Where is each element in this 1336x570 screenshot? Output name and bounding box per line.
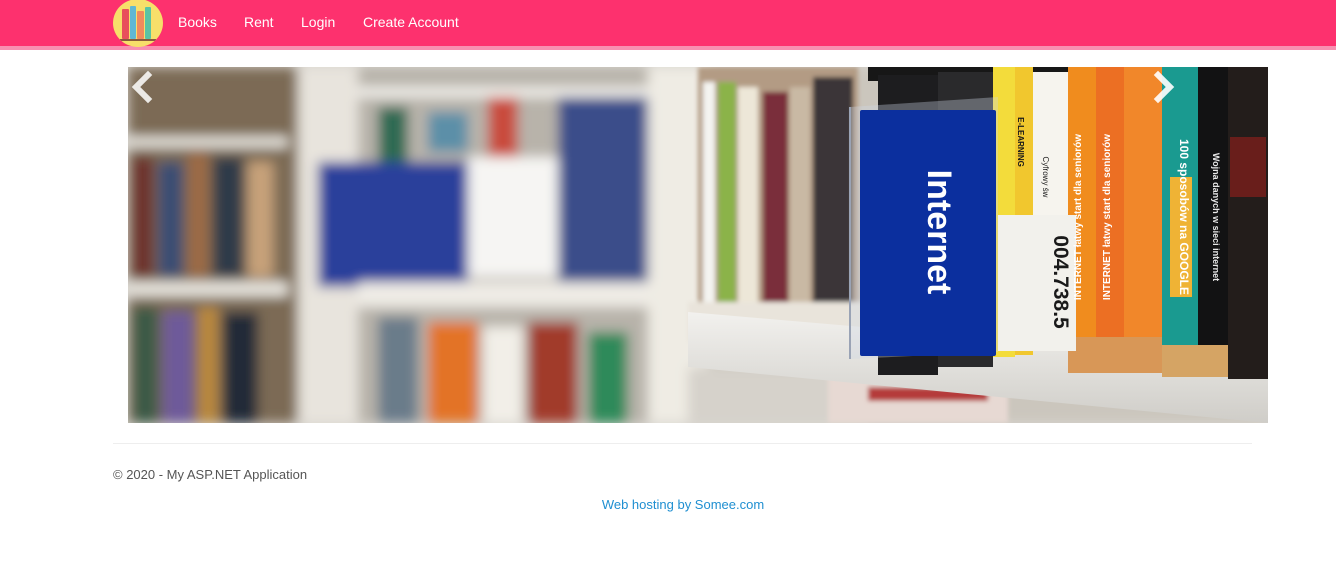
slide-spine-5: E-LEARNING [1016,117,1025,167]
somee-hosting-link[interactable]: Web hosting by Somee.com [602,497,764,512]
bookshelf-slide-image: Internet 004.738.5 INTERNET łatwy start … [128,67,1268,423]
slide-spine-6: Cyfrowy św [1041,157,1050,198]
slide-call-number: 004.738.5 [1049,235,1072,329]
slide-spine-1: INTERNET łatwy start dla seniorów [1073,134,1084,300]
slide-spine-2: INTERNET łatwy start dla seniorów [1102,134,1113,300]
nav-rent-link[interactable]: Rent [244,14,274,30]
footer-hosting: Web hosting by Somee.com [0,497,1336,512]
nav-login-link[interactable]: Login [301,14,335,30]
footer-divider [113,443,1252,444]
top-navbar: Books Rent Login Create Account [0,0,1336,50]
nav-create-account-link[interactable]: Create Account [363,14,459,30]
nav-books-link[interactable]: Books [178,14,217,30]
carousel-next-button[interactable] [1148,67,1268,423]
carousel-prev-button[interactable] [128,67,248,423]
books-logo-icon[interactable] [113,0,163,47]
slide-sign-text: Internet [920,170,958,295]
chevron-left-icon [131,70,153,104]
chevron-right-icon [1153,70,1175,104]
image-carousel: Internet 004.738.5 INTERNET łatwy start … [128,67,1268,423]
footer-copyright: © 2020 - My ASP.NET Application [113,467,308,482]
